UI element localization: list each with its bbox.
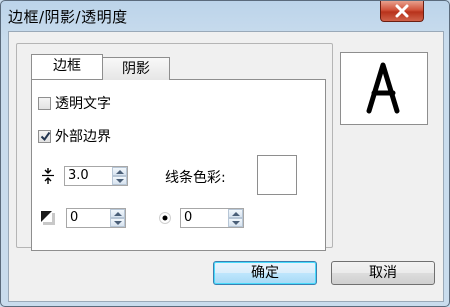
ok-button[interactable]: 确定: [213, 261, 317, 285]
line-color-swatch[interactable]: [257, 155, 297, 195]
tab-shadow[interactable]: 阴影: [102, 57, 170, 80]
text-preview: [340, 52, 428, 125]
cancel-button[interactable]: 取消: [331, 261, 435, 285]
line-width-value[interactable]: 3.0: [68, 168, 89, 183]
arrow-down-icon: [232, 221, 240, 225]
title-bar[interactable]: 边框/阴影/透明度: [1, 1, 450, 31]
shadow-offset-up-button[interactable]: [110, 209, 125, 218]
outer-border-label: 外部边界: [55, 129, 111, 145]
line-width-up-button[interactable]: [112, 167, 127, 176]
tab-border[interactable]: 边框: [31, 54, 103, 79]
dialog-client-area: 边框 阴影 透明文字 外部边界 3.0 线条色彩: 0 0 确定 取消: [8, 31, 444, 302]
transparent-text-label: 透明文字: [55, 96, 111, 112]
preview-glyph: [366, 62, 400, 114]
shadow-square-icon: [41, 211, 55, 225]
outer-border-checkbox[interactable]: [38, 129, 51, 143]
close-button[interactable]: [380, 1, 424, 22]
dot-icon: [159, 212, 171, 224]
dialog-window: 边框/阴影/透明度 边框 阴影 透明文字 外部边界 3.0 线条色彩: 0 0 …: [0, 0, 450, 307]
dot-size-up-button[interactable]: [228, 209, 243, 218]
dot-size-spinner[interactable]: 0: [180, 208, 244, 228]
arrow-down-icon: [116, 179, 124, 183]
arrow-up-icon: [116, 170, 124, 174]
dot-size-down-button[interactable]: [228, 218, 243, 227]
dot-size-value[interactable]: 0: [184, 210, 192, 225]
tab-panel-border: 透明文字 外部边界 3.0 线条色彩: 0 0: [31, 79, 326, 251]
transparent-text-checkbox[interactable]: [38, 96, 51, 110]
outer-border-option[interactable]: 外部边界: [38, 127, 111, 145]
line-width-down-button[interactable]: [112, 176, 127, 185]
arrow-up-icon: [114, 212, 122, 216]
arrow-down-icon: [114, 221, 122, 225]
window-title: 边框/阴影/透明度: [8, 8, 128, 26]
close-icon: [395, 4, 409, 18]
arrow-up-icon: [232, 212, 240, 216]
transparent-text-option[interactable]: 透明文字: [38, 94, 111, 112]
line-color-label: 线条色彩:: [165, 170, 226, 186]
line-width-spinner[interactable]: 3.0: [64, 166, 128, 186]
checkmark-icon: [40, 131, 51, 141]
line-spacing-icon: [42, 168, 54, 184]
shadow-offset-spinner[interactable]: 0: [66, 208, 126, 228]
shadow-offset-down-button[interactable]: [110, 218, 125, 227]
shadow-offset-value[interactable]: 0: [70, 210, 78, 225]
